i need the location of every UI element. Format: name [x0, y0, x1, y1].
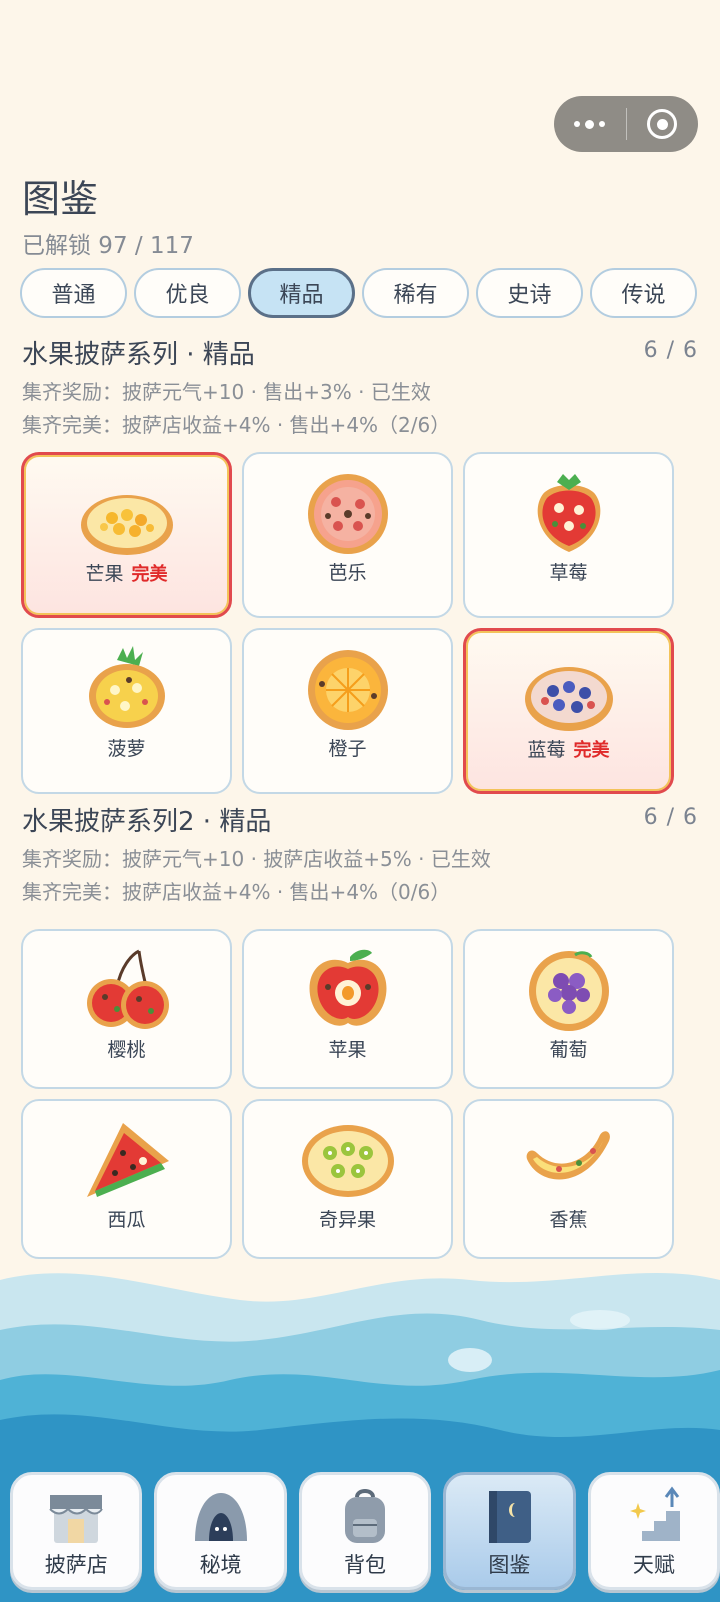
nav-label: 背包 — [344, 1553, 387, 1577]
nav-label: 图鉴 — [488, 1553, 531, 1577]
collection-card[interactable]: 苹果 — [242, 929, 453, 1089]
collection-card[interactable]: 香蕉 — [463, 1099, 674, 1259]
backpack-icon — [345, 1489, 386, 1543]
collection-card[interactable]: 草莓 — [463, 452, 674, 618]
collection-card[interactable]: 橙子 — [242, 628, 453, 794]
section-reward: 集齐奖励：披萨元气+10 · 披萨店收益+5% · 已生效 — [22, 847, 491, 871]
mango-pizza-icon — [80, 495, 173, 555]
nav-backpack[interactable]: 背包 — [298, 1472, 432, 1590]
nav-secret-realm[interactable]: 秘境 — [154, 1472, 287, 1590]
nav-shop[interactable]: 披萨店 — [10, 1472, 143, 1590]
collection-card[interactable]: 葡萄 — [463, 929, 674, 1089]
target-icon — [647, 109, 678, 139]
tab-fine[interactable]: 精品 — [248, 268, 355, 318]
nav-collection[interactable]: 图鉴 — [443, 1472, 576, 1590]
capsule-menu — [554, 96, 698, 152]
tab-common[interactable]: 普通 — [20, 268, 127, 318]
collection-grid: 芒果 完美 芭乐 草莓 菠萝 橙子 蓝莓 完美 — [21, 452, 674, 794]
guava-pizza-icon — [307, 474, 388, 554]
unlock-progress: 已解锁 97 / 117 — [22, 233, 194, 259]
section-reward: 集齐奖励：披萨元气+10 · 售出+3% · 已生效 — [22, 380, 431, 404]
watermelon-pizza-icon — [86, 1123, 169, 1197]
item-name: 香蕉 — [549, 1209, 588, 1231]
section-count: 6 / 6 — [643, 805, 698, 830]
item-name: 橙子 — [328, 738, 367, 760]
perfect-badge: 完美 — [131, 563, 168, 585]
rarity-tabs: 普通 优良 精品 稀有 史诗 传说 — [20, 268, 697, 318]
collection-card[interactable]: 蓝莓 完美 — [463, 628, 674, 794]
item-name: 葡萄 — [549, 1039, 588, 1061]
section-title: 水果披萨系列 · 精品 — [22, 340, 255, 370]
nav-label: 秘境 — [199, 1553, 242, 1577]
nav-talent[interactable]: 天赋 — [587, 1472, 720, 1590]
blueberry-pizza-icon — [524, 667, 613, 731]
section-perfect-reward: 集齐完美：披萨店收益+4% · 售出+4%（2/6） — [22, 413, 451, 437]
section-perfect-reward: 集齐完美：披萨店收益+4% · 售出+4%（0/6） — [22, 880, 451, 904]
cave-icon — [194, 1493, 247, 1541]
item-name: 菠萝 — [107, 738, 146, 760]
section-title: 水果披萨系列2 · 精品 — [22, 807, 272, 837]
tab-legend[interactable]: 传说 — [590, 268, 697, 318]
item-name: 奇异果 — [318, 1209, 376, 1231]
banana-pizza-icon — [526, 1131, 610, 1180]
item-name: 芭乐 — [328, 562, 367, 584]
bottom-nav: 披萨店 秘境 背包 图鉴 天赋 — [0, 1472, 720, 1590]
tab-good[interactable]: 优良 — [134, 268, 241, 318]
collection-grid: 樱桃 苹果 葡萄 西瓜 奇异果 香蕉 — [21, 929, 674, 1259]
item-name: 蓝莓 — [527, 739, 566, 761]
nav-label: 披萨店 — [44, 1553, 108, 1577]
grape-pizza-icon — [528, 951, 609, 1031]
stairs-icon — [627, 1486, 680, 1541]
shop-icon — [49, 1495, 104, 1543]
collection-card[interactable]: 樱桃 — [21, 929, 232, 1089]
collection-card[interactable]: 西瓜 — [21, 1099, 232, 1259]
pineapple-pizza-icon — [88, 646, 165, 728]
page-title: 图鉴 — [22, 177, 99, 221]
book-icon — [489, 1491, 532, 1543]
item-name: 草莓 — [549, 562, 588, 584]
item-name: 芒果 — [85, 563, 124, 585]
item-name: 樱桃 — [107, 1039, 146, 1061]
strawberry-pizza-icon — [537, 474, 600, 552]
collection-card[interactable]: 菠萝 — [21, 628, 232, 794]
close-miniprogram-button[interactable] — [627, 96, 699, 152]
tab-rare[interactable]: 稀有 — [362, 268, 469, 318]
kiwi-pizza-icon — [301, 1125, 394, 1197]
item-name: 西瓜 — [107, 1209, 146, 1231]
collection-card[interactable]: 奇异果 — [242, 1099, 453, 1259]
nav-label: 天赋 — [632, 1553, 675, 1577]
cherry-pizza-icon — [86, 949, 169, 1029]
apple-pizza-icon — [309, 949, 386, 1026]
collection-card[interactable]: 芭乐 — [242, 452, 453, 618]
item-name: 苹果 — [328, 1039, 367, 1061]
more-dots-icon — [574, 119, 606, 129]
perfect-badge: 完美 — [573, 739, 610, 761]
section-count: 6 / 6 — [643, 338, 698, 363]
more-button[interactable] — [554, 96, 626, 152]
orange-pizza-icon — [307, 650, 388, 730]
collection-card[interactable]: 芒果 完美 — [21, 452, 232, 618]
tab-epic[interactable]: 史诗 — [476, 268, 583, 318]
